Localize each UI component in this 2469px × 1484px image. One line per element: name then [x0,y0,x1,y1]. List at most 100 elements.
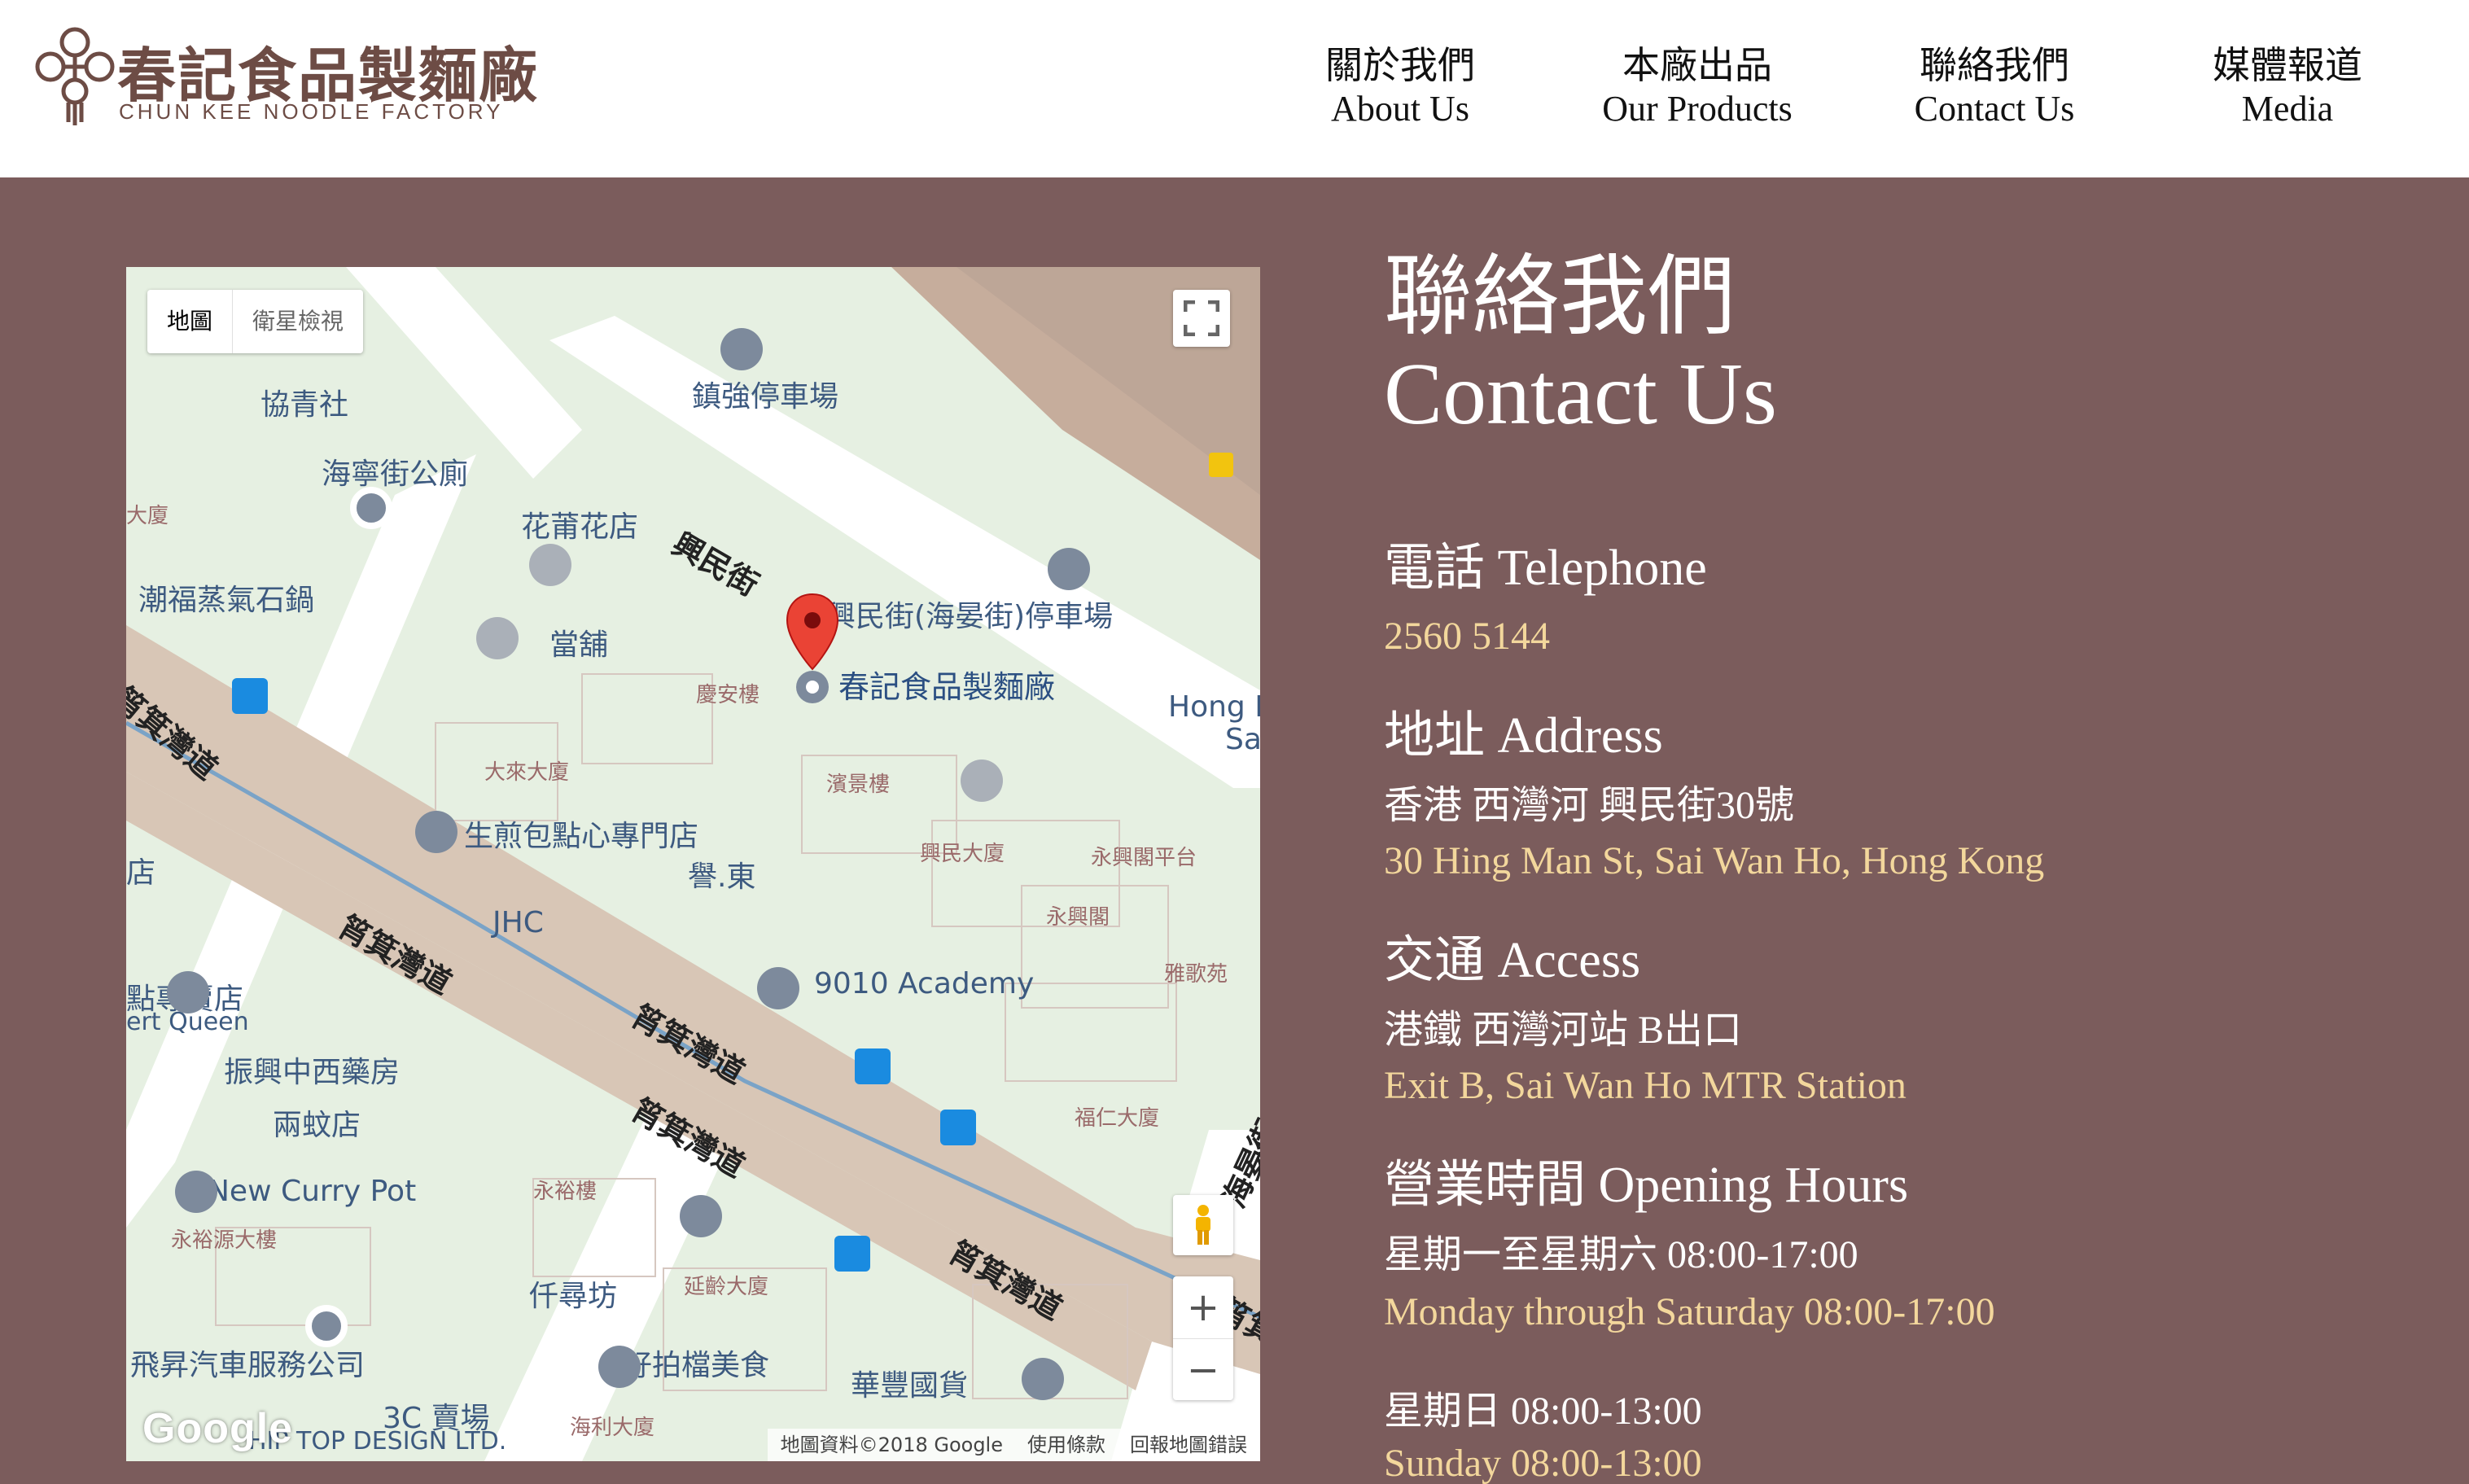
toilet-icon[interactable] [350,487,392,529]
site-header: 春記食品製麵廠 CHUN KEE NOODLE FACTORY 關於我們 Abo… [0,0,2469,177]
map-label: 永裕源大樓 [171,1228,278,1253]
map-label: JHC [492,906,544,939]
restaurant-icon[interactable] [680,1195,722,1237]
page-title-en: Contact Us [1384,346,1777,443]
marker-label: 春記食品製麵廠 [838,669,1056,705]
nav-contact-us-en: Contact Us [1914,89,2075,129]
tram-stop-icon[interactable] [855,1048,891,1084]
map-label: 當舖 [549,628,609,662]
nav-media-zh: 媒體報道 [2213,45,2362,86]
knot-logo-icon [35,27,115,125]
nav-our-products-en: Our Products [1602,89,1793,129]
shop-icon[interactable] [529,544,571,586]
map-label: New Curry Pot [208,1175,417,1208]
fullscreen-button[interactable] [1173,290,1230,347]
map-label: 濱景樓 [826,773,891,797]
zoom-in-button[interactable]: + [1173,1276,1233,1338]
map-label: 大來大廈 [484,760,570,785]
zoom-out-button[interactable]: − [1173,1338,1233,1400]
map-label: 潮福蒸氣石鍋 [138,584,315,617]
shop-icon[interactable] [476,617,519,659]
sunday-hours-zh: 星期日 08:00-13:00 [1384,1390,1702,1433]
location-marker-icon[interactable] [784,591,841,705]
access-heading: 交通 Access [1384,933,1641,988]
restaurant-icon[interactable] [598,1346,641,1388]
restaurant-icon[interactable] [415,811,457,853]
telephone-heading: 電話 Telephone [1384,541,1707,596]
nav-about-us-zh: 關於我們 [1325,45,1475,86]
map-type-satellite-button[interactable]: 衛星檢視 [232,290,363,353]
map-label: 永興閣 [1046,905,1110,930]
telephone-number[interactable]: 2560 5144 [1384,612,1550,661]
school-icon[interactable] [757,967,799,1009]
map-attribution-bar: 地圖資料©2018 Google 使用條款 回報地圖錯誤 [767,1429,1260,1461]
route-shield-icon [1209,453,1233,477]
page-title-zh: 聯絡我們 [1384,246,1736,348]
map-label: 振興中西藥房 [224,1056,401,1089]
map-label: 兩蚊店 [273,1109,361,1142]
nav-our-products-zh: 本廠出品 [1622,45,1772,86]
pegman-icon [1196,1205,1210,1245]
parking-icon[interactable] [1048,548,1090,590]
access-en: Exit B, Sai Wan Ho MTR Station [1384,1064,1906,1107]
map-label: 慶安樓 [696,683,760,707]
logo-english-name: CHUN KEE NOODLE FACTORY [119,99,504,124]
shop-icon[interactable] [961,760,1003,802]
map-label: 協青社 [260,388,349,422]
tram-stop-icon[interactable] [940,1110,976,1145]
sunday-hours-en: Sunday 08:00-13:00 [1384,1442,1702,1484]
google-map[interactable]: 協青社 海寧街公廁 大廈 鎮強停車場 興民街 花莆花店 潮福蒸氣石鍋 當舖 興民… [126,267,1260,1461]
map-label: 仟尋坊 [529,1280,618,1313]
address-en: 30 Hing Man St, Sai Wan Ho, Hong Kong [1384,839,2045,882]
map-label: 鎮強停車場 [692,380,839,414]
zoom-control: + − [1173,1276,1233,1400]
nav-contact-us-zh: 聯絡我們 [1920,45,2069,86]
terms-of-use-link[interactable]: 使用條款 [1027,1429,1105,1461]
restaurant-icon[interactable] [167,971,209,1013]
map-type-control: 地圖 衛星檢視 [147,290,364,353]
map-label: 店 [126,856,156,890]
map-type-map-button[interactable]: 地圖 [147,290,232,353]
map-label: 雅歌苑 [1164,962,1228,987]
map-label: 永興閣平台 [1091,846,1197,870]
map-label: 好拍檔美食 [623,1349,770,1382]
opening-hours-heading: 營業時間 Opening Hours [1384,1158,1909,1213]
restaurant-icon[interactable] [175,1171,217,1213]
map-label: 永裕樓 [533,1180,598,1204]
access-zh: 港鐵 西灣河站 B出口 [1384,1009,1743,1052]
map-data-attribution: 地圖資料©2018 Google [780,1434,1003,1456]
parking-icon[interactable] [720,328,763,370]
map-label: 生煎包點心專門店 [464,820,699,853]
street-view-pegman-button[interactable] [1173,1195,1233,1255]
map-label: Hong K [1168,690,1260,724]
map-label: Sa [1225,723,1260,756]
weekday-hours-zh: 星期一至星期六 08:00-17:00 [1384,1233,1858,1276]
map-label: 海寧街公廁 [322,457,469,491]
site-logo[interactable]: 春記食品製麵廠 CHUN KEE NOODLE FACTORY [34,23,547,129]
map-label: 海利大廈 [570,1416,655,1440]
map-label: 飛昇汽車服務公司 [130,1349,366,1382]
map-label: 福仁大廈 [1075,1106,1160,1131]
address-heading: 地址 Address [1384,708,1663,764]
nav-media-en: Media [2241,89,2334,129]
map-label: 延齡大廈 [684,1275,769,1299]
report-map-error-link[interactable]: 回報地圖錯誤 [1130,1429,1247,1461]
map-label: 興民街(海晏街)停車場 [826,600,1114,633]
map-label: 興民大廈 [920,842,1005,866]
nav-our-products[interactable]: 本廠出品 Our Products [1579,44,1815,134]
car-service-icon[interactable] [305,1305,348,1347]
map-label: 花莆花店 [521,510,639,544]
bus-stop-icon[interactable] [834,1236,870,1272]
nav-media[interactable]: 媒體報道 Media [2182,44,2393,134]
map-label: 大廈 [126,504,169,528]
nav-about-us-en: About Us [1331,89,1469,129]
weekday-hours-en: Monday through Saturday 08:00-17:00 [1384,1290,1995,1333]
bus-stop-icon[interactable] [232,678,268,714]
nav-contact-us[interactable]: 聯絡我們 Contact Us [1889,44,2100,134]
google-logo: Google [142,1405,294,1452]
map-label: 譽.東 [688,860,756,894]
address-zh: 香港 西灣河 興民街30號 [1384,784,1795,827]
restaurant-icon[interactable] [1022,1358,1064,1400]
map-label: 9010 Academy [814,967,1035,1000]
nav-about-us[interactable]: 關於我們 About Us [1294,44,1506,134]
